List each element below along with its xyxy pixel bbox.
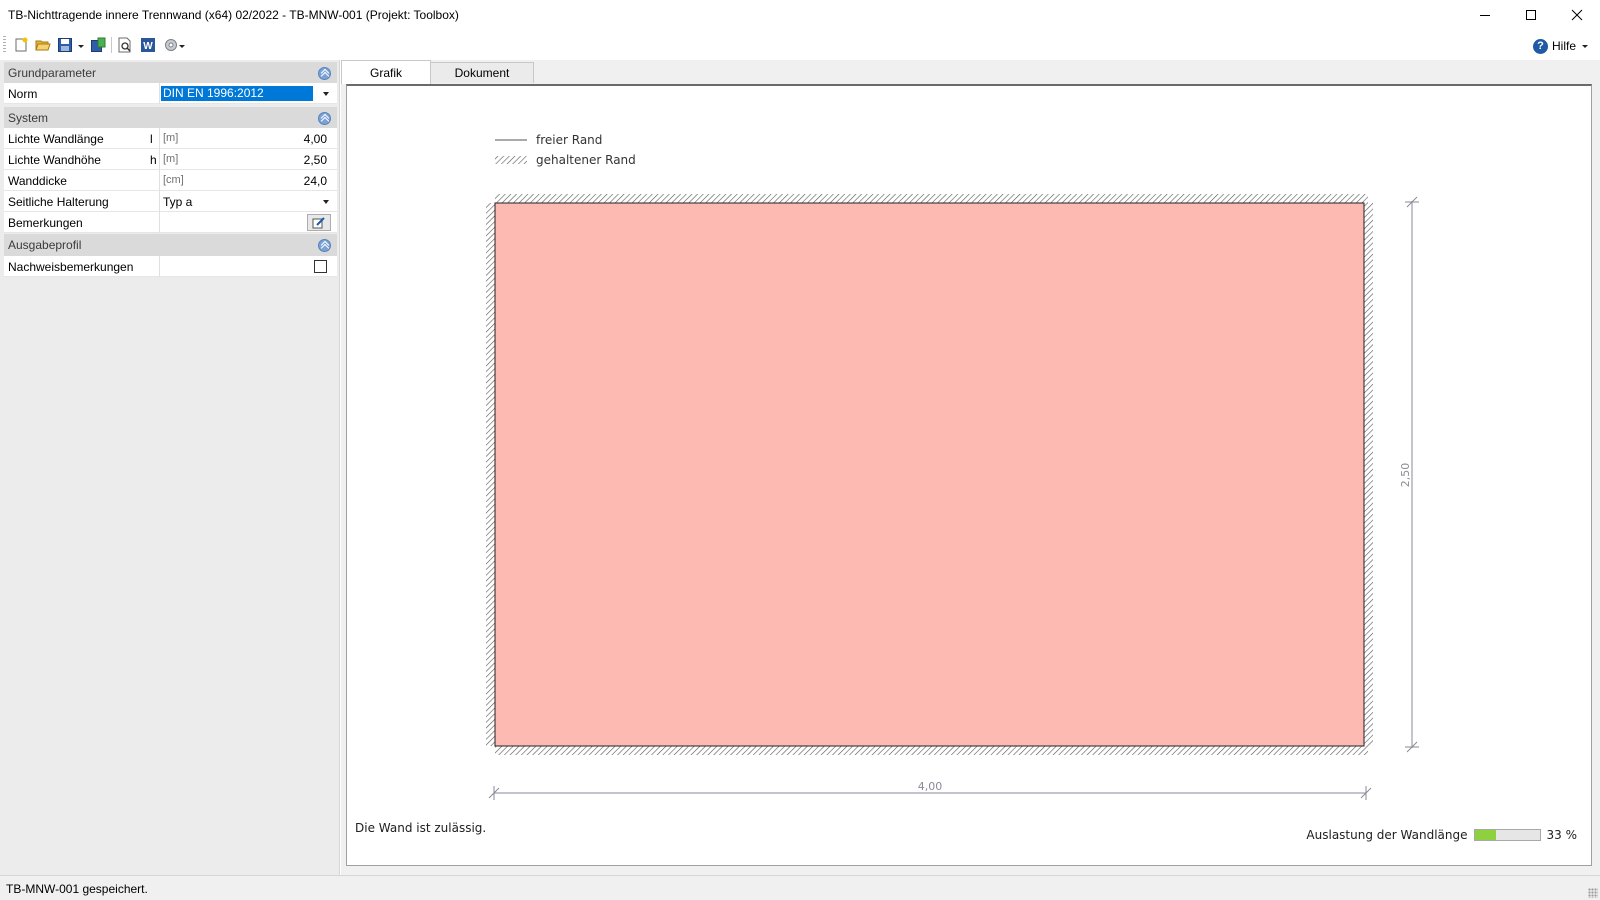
graphic-view: freier Rand gehaltener Rand 4,00 2,50 Di… [346, 84, 1592, 866]
bemerkungen-label: Bemerkungen [8, 216, 83, 230]
chevron-down-icon[interactable] [323, 92, 329, 96]
svg-text:W: W [143, 41, 153, 52]
row-halterung[interactable]: Seitliche Halterung Typ a [4, 191, 337, 212]
status-text: TB-MNW-001 gespeichert. [6, 882, 148, 896]
wandhoehe-symbol: h [150, 153, 157, 167]
toolbar-grip [3, 36, 6, 54]
group-label: System [8, 111, 49, 125]
hatch-right [1364, 203, 1373, 746]
save-icon[interactable] [55, 35, 75, 55]
new-file-icon[interactable] [11, 35, 31, 55]
resize-grip-icon[interactable] [1588, 888, 1598, 898]
edit-icon [312, 216, 325, 228]
settings-dropdown-icon[interactable] [178, 40, 186, 50]
collapse-icon[interactable] [318, 67, 331, 80]
norm-label: Norm [8, 87, 38, 101]
wanddicke-label: Wanddicke [8, 174, 67, 188]
tab-grafik[interactable]: Grafik [341, 60, 431, 84]
row-wandlaenge[interactable]: Lichte Wandlänge l [m] 4,00 [4, 128, 337, 149]
help-label: Hilfe [1551, 39, 1576, 53]
group-grundparameter[interactable]: Grundparameter [4, 62, 337, 85]
usage-percent: 33 % [1546, 828, 1578, 842]
tab-label: Grafik [369, 65, 402, 80]
usage-progress-bar [1473, 829, 1541, 841]
row-wandhoehe[interactable]: Lichte Wandhöhe h [m] 2,50 [4, 149, 337, 170]
wanddicke-input[interactable]: 24,0 [304, 174, 327, 188]
group-system[interactable]: System [4, 107, 337, 130]
wall-rectangle [494, 202, 1365, 747]
wall-status-message: Die Wand ist zulässig. [355, 821, 487, 835]
wandlaenge-symbol: l [150, 132, 153, 146]
usage-indicator: Auslastung der Wandlänge 33 % [1306, 828, 1577, 842]
dim-height-label: 2,50 [1399, 463, 1412, 488]
close-icon [1571, 9, 1583, 21]
save-dropdown-icon[interactable] [77, 40, 85, 50]
main-area: Grafik Dokument freier Rand gehaltener R… [341, 60, 1600, 875]
status-bar: TB-MNW-001 gespeichert. [0, 875, 1600, 900]
group-label: Ausgabeprofil [8, 238, 82, 252]
collapse-icon[interactable] [318, 112, 331, 125]
toolbar: W ? Hilfe [0, 32, 1600, 60]
chevron-down-icon[interactable] [323, 200, 329, 204]
tab-label: Dokument [454, 66, 510, 80]
row-norm[interactable]: Norm DIN EN 1996:2012 [4, 83, 337, 104]
edit-notes-button[interactable] [307, 214, 331, 231]
help-icon: ? [1532, 38, 1548, 54]
help-button[interactable]: ? Hilfe [1532, 36, 1590, 56]
wandhoehe-label: Lichte Wandhöhe [8, 153, 101, 167]
halterung-select[interactable]: Typ a [163, 195, 192, 209]
help-dropdown-icon [1582, 45, 1588, 48]
wandlaenge-label: Lichte Wandlänge [8, 132, 104, 146]
group-ausgabeprofil[interactable]: Ausgabeprofil [4, 234, 337, 257]
row-wanddicke[interactable]: Wanddicke [cm] 24,0 [4, 170, 337, 191]
row-nachweis[interactable]: Nachweisbemerkungen [4, 256, 337, 277]
legend-free-label: freier Rand [536, 133, 602, 147]
hatch-top [495, 194, 1368, 203]
open-folder-icon[interactable] [33, 35, 53, 55]
word-icon[interactable]: W [138, 35, 158, 55]
dim-length-label: 4,00 [918, 780, 943, 793]
usage-label: Auslastung der Wandlänge [1306, 828, 1468, 842]
minimize-button[interactable] [1462, 0, 1508, 30]
row-bemerkungen[interactable]: Bemerkungen [4, 212, 337, 233]
wanddicke-unit: [cm] [163, 174, 184, 186]
wandlaenge-input[interactable]: 4,00 [304, 132, 327, 146]
hatch-left [486, 203, 495, 746]
print-preview-icon[interactable] [115, 35, 135, 55]
collapse-icon[interactable] [318, 239, 331, 252]
hatch-bottom [495, 746, 1368, 755]
halterung-label: Seitliche Halterung [8, 195, 109, 209]
group-label: Grundparameter [8, 66, 97, 80]
nachweis-checkbox[interactable] [314, 260, 327, 273]
toolbar-separator [111, 37, 112, 53]
legend-held-label: gehaltener Rand [536, 153, 636, 167]
legend-held-swatch [495, 156, 527, 164]
minimize-icon [1480, 15, 1490, 16]
wall-graphic: freier Rand gehaltener Rand 4,00 2,50 [486, 133, 1419, 800]
nachweis-label: Nachweisbemerkungen [8, 260, 134, 274]
maximize-icon [1526, 10, 1536, 20]
wandhoehe-unit: [m] [163, 153, 179, 165]
wandlaenge-unit: [m] [163, 132, 179, 144]
close-button[interactable] [1554, 0, 1600, 30]
window-title: TB-Nichttragende innere Trennwand (x64) … [8, 8, 459, 22]
title-bar: TB-Nichttragende innere Trennwand (x64) … [0, 0, 1600, 32]
norm-select[interactable]: DIN EN 1996:2012 [161, 86, 313, 101]
export-icon[interactable] [88, 35, 108, 55]
maximize-button[interactable] [1508, 0, 1554, 30]
usage-progress-fill [1474, 830, 1496, 840]
tab-dokument[interactable]: Dokument [430, 62, 534, 83]
property-panel: Grundparameter Norm DIN EN 1996:2012 Sys… [0, 60, 340, 875]
wandhoehe-input[interactable]: 2,50 [304, 153, 327, 167]
